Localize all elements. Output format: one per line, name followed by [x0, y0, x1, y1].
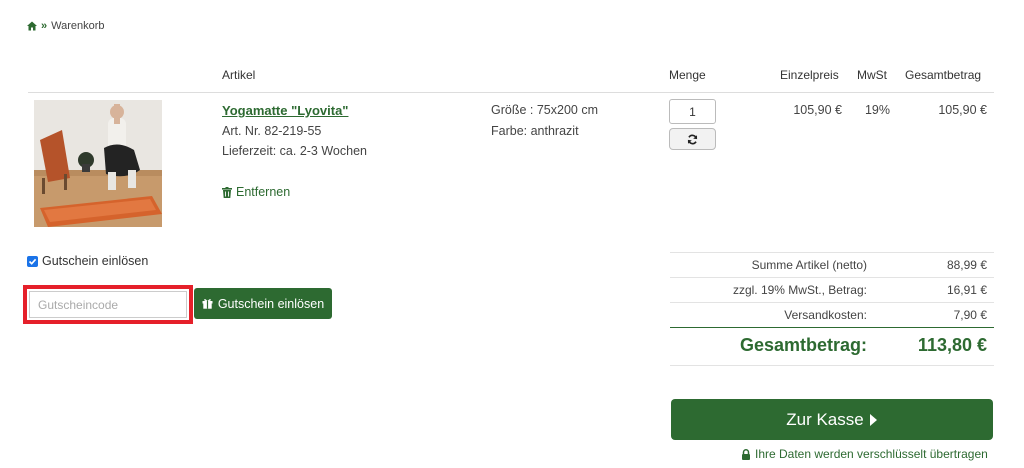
- summary-net-value: 88,99 €: [946, 258, 987, 272]
- breadcrumb: » Warenkorb: [27, 20, 105, 32]
- grand-total-value: 113,80 €: [917, 335, 987, 355]
- product-size: Größe : 75x200 cm: [491, 103, 598, 117]
- column-header-unit-price: Einzelpreis: [780, 68, 839, 82]
- secure-transfer-text: Ihre Daten werden verschlüsselt übertrag…: [755, 447, 988, 461]
- product-image[interactable]: [34, 100, 162, 227]
- redeem-voucher-button[interactable]: Gutschein einlösen: [194, 288, 332, 319]
- summary-bottom-divider: [670, 365, 994, 366]
- quantity-input[interactable]: [669, 99, 716, 124]
- summary-divider: [670, 302, 994, 303]
- voucher-checkbox[interactable]: [27, 255, 38, 267]
- update-quantity-button[interactable]: [669, 128, 716, 150]
- grand-total-label: Gesamtbetrag:: [739, 335, 867, 355]
- summary-vat-value: 16,91 €: [946, 283, 987, 297]
- summary-shipping-value: 7,90 €: [953, 308, 987, 322]
- lock-icon: [742, 448, 750, 460]
- voucher-code-input[interactable]: [29, 291, 187, 318]
- checkout-button-label: Zur Kasse: [786, 409, 864, 429]
- column-header-quantity: Menge: [669, 68, 706, 82]
- voucher-checkbox-label: Gutschein einlösen: [42, 254, 149, 268]
- product-article-number: Art. Nr. 82-219-55: [222, 124, 322, 138]
- product-name-link[interactable]: Yogamatte "Lyovita": [222, 103, 348, 118]
- caret-right-icon: [869, 413, 877, 426]
- remove-item-button[interactable]: Entfernen: [222, 185, 290, 199]
- checkout-button[interactable]: Zur Kasse: [671, 399, 993, 440]
- product-color: Farbe: anthrazit: [491, 124, 579, 138]
- refresh-icon: [687, 134, 698, 144]
- product-delivery-time: Lieferzeit: ca. 2-3 Wochen: [222, 144, 367, 158]
- gift-icon: [202, 299, 213, 309]
- redeem-voucher-label: Gutschein einlösen: [217, 296, 325, 311]
- summary-vat-label: zzgl. 19% MwSt., Betrag:: [732, 283, 867, 297]
- checkmark-icon: [28, 258, 37, 265]
- secure-transfer-note: Ihre Daten werden verschlüsselt übertrag…: [741, 447, 988, 461]
- vat-rate: 19%: [864, 103, 890, 117]
- breadcrumb-separator-icon: »: [41, 20, 48, 32]
- summary-divider: [670, 252, 994, 253]
- summary-net-label: Summe Artikel (netto): [751, 258, 867, 272]
- column-header-total: Gesamtbetrag: [905, 68, 982, 82]
- summary-shipping-label: Versandkosten:: [784, 308, 867, 322]
- summary-divider: [670, 277, 994, 278]
- breadcrumb-current: Warenkorb: [51, 20, 105, 32]
- home-icon[interactable]: [27, 21, 37, 31]
- remove-item-label: Entfernen: [236, 185, 291, 199]
- trash-icon: [222, 186, 232, 198]
- column-header-article: Artikel: [222, 68, 256, 82]
- unit-price: 105,90 €: [793, 103, 842, 117]
- voucher-checkbox-row[interactable]: Gutschein einlösen: [27, 254, 148, 268]
- line-total: 105,90 €: [938, 103, 987, 117]
- summary-total-divider: [670, 327, 994, 328]
- header-divider: [28, 92, 994, 93]
- column-header-vat: MwSt: [857, 68, 887, 82]
